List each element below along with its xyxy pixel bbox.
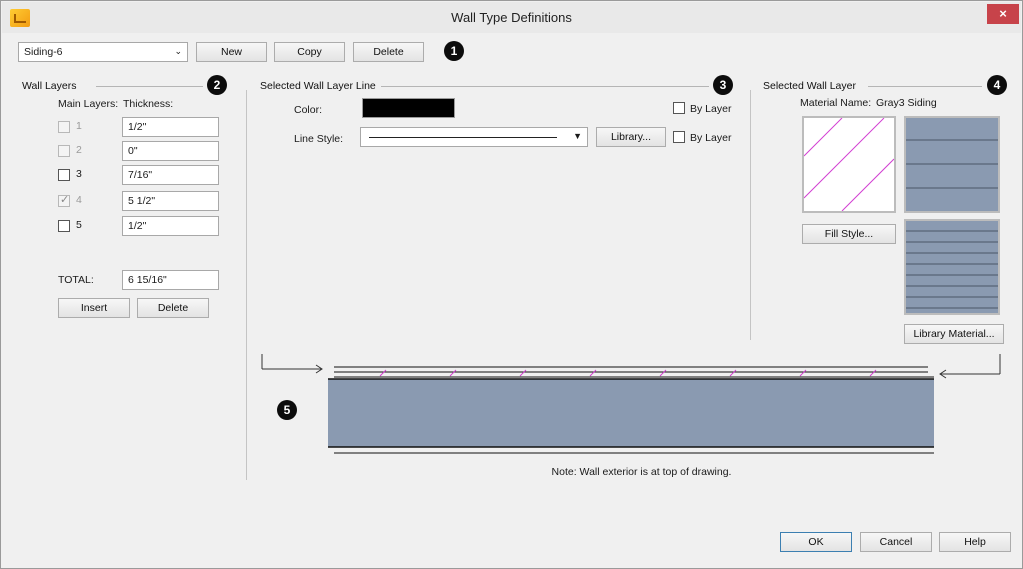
wall-layers-title: Wall Layers — [22, 80, 77, 92]
main-layers-header: Main Layers: — [58, 98, 119, 110]
help-button[interactable]: Help — [939, 532, 1011, 552]
fill-pattern-graphic — [803, 117, 895, 212]
material-preview-small — [904, 219, 1000, 315]
title-bar[interactable]: Wall Type Definitions × — [2, 2, 1021, 33]
line-style-dropdown[interactable]: ▼ — [360, 127, 588, 147]
layer-5-checkbox[interactable] — [58, 220, 70, 232]
line-style-label: Line Style: — [294, 133, 344, 145]
callout-5: 5 — [277, 400, 297, 420]
layer-3-thickness-input[interactable]: 7/16" — [122, 165, 219, 185]
delete-layer-button[interactable]: Delete — [137, 298, 209, 318]
library-material-button[interactable]: Library Material... — [904, 324, 1004, 344]
color-by-layer-checkbox[interactable] — [673, 102, 685, 114]
color-label: Color: — [294, 104, 323, 116]
window-title: Wall Type Definitions — [451, 10, 572, 25]
chevron-down-icon: ⌄ — [174, 46, 182, 56]
layer-2-label: 2 — [76, 144, 82, 156]
material-preview-large — [904, 116, 1000, 213]
wall-layer-divider — [868, 86, 982, 87]
layer-line-title: Selected Wall Layer Line — [260, 80, 376, 92]
line-style-by-layer-label: By Layer — [690, 132, 732, 144]
layer-3-label: 3 — [76, 168, 82, 180]
color-by-layer-label: By Layer — [690, 103, 732, 115]
material-name-value: Gray3 Siding — [876, 97, 937, 109]
callout-2: 2 — [207, 75, 227, 95]
thickness-header: Thickness: — [123, 98, 174, 110]
layer-2-thickness-input[interactable]: 0" — [122, 141, 219, 161]
line-style-by-layer-checkbox[interactable] — [673, 131, 685, 143]
new-button[interactable]: New — [196, 42, 267, 62]
layer-5-label: 5 — [76, 219, 82, 231]
layer-5-thickness-input[interactable]: 1/2" — [122, 216, 219, 236]
wall-type-dropdown[interactable]: Siding-6 ⌄ — [18, 42, 188, 62]
right-separator — [750, 90, 751, 340]
layer-1-thickness-input[interactable]: 1/2" — [122, 117, 219, 137]
siding-texture-graphic — [906, 118, 998, 211]
line-style-sample — [369, 137, 557, 138]
left-separator — [246, 90, 247, 480]
total-thickness-field: 6 15/16" — [122, 270, 219, 290]
insert-layer-button[interactable]: Insert — [58, 298, 130, 318]
wall-type-value: Siding-6 — [24, 46, 63, 58]
wall-preview-drawing — [258, 352, 1008, 462]
dropdown-arrow-icon: ▼ — [573, 131, 582, 141]
callout-1: 1 — [444, 41, 464, 61]
line-library-button[interactable]: Library... — [596, 127, 666, 147]
line-color-swatch[interactable] — [362, 98, 455, 118]
layer-line-divider — [381, 86, 709, 87]
layer-3-checkbox[interactable] — [58, 169, 70, 181]
wall-layers-divider — [96, 86, 203, 87]
close-button[interactable]: × — [987, 4, 1019, 24]
callout-3: 3 — [713, 75, 733, 95]
total-label: TOTAL: — [58, 274, 94, 286]
siding-lines-graphic — [906, 221, 998, 313]
wall-layer-title: Selected Wall Layer — [763, 80, 856, 92]
wall-section-graphic — [261, 354, 1001, 454]
layer-2-checkbox[interactable] — [58, 145, 70, 157]
delete-type-button[interactable]: Delete — [353, 42, 424, 62]
layer-4-thickness-input[interactable]: 5 1/2" — [122, 191, 219, 211]
layer-4-label: 4 — [76, 194, 82, 206]
copy-button[interactable]: Copy — [274, 42, 345, 62]
ok-button[interactable]: OK — [780, 532, 852, 552]
fill-style-preview[interactable] — [802, 116, 896, 213]
cancel-button[interactable]: Cancel — [860, 532, 932, 552]
callout-4: 4 — [987, 75, 1007, 95]
material-name-label: Material Name: — [800, 97, 872, 109]
layer-1-label: 1 — [76, 120, 82, 132]
layer-1-checkbox[interactable] — [58, 121, 70, 133]
layer-4-checkbox[interactable] — [58, 193, 70, 207]
fill-style-button[interactable]: Fill Style... — [802, 224, 896, 244]
preview-note: Note: Wall exterior is at top of drawing… — [551, 466, 732, 478]
